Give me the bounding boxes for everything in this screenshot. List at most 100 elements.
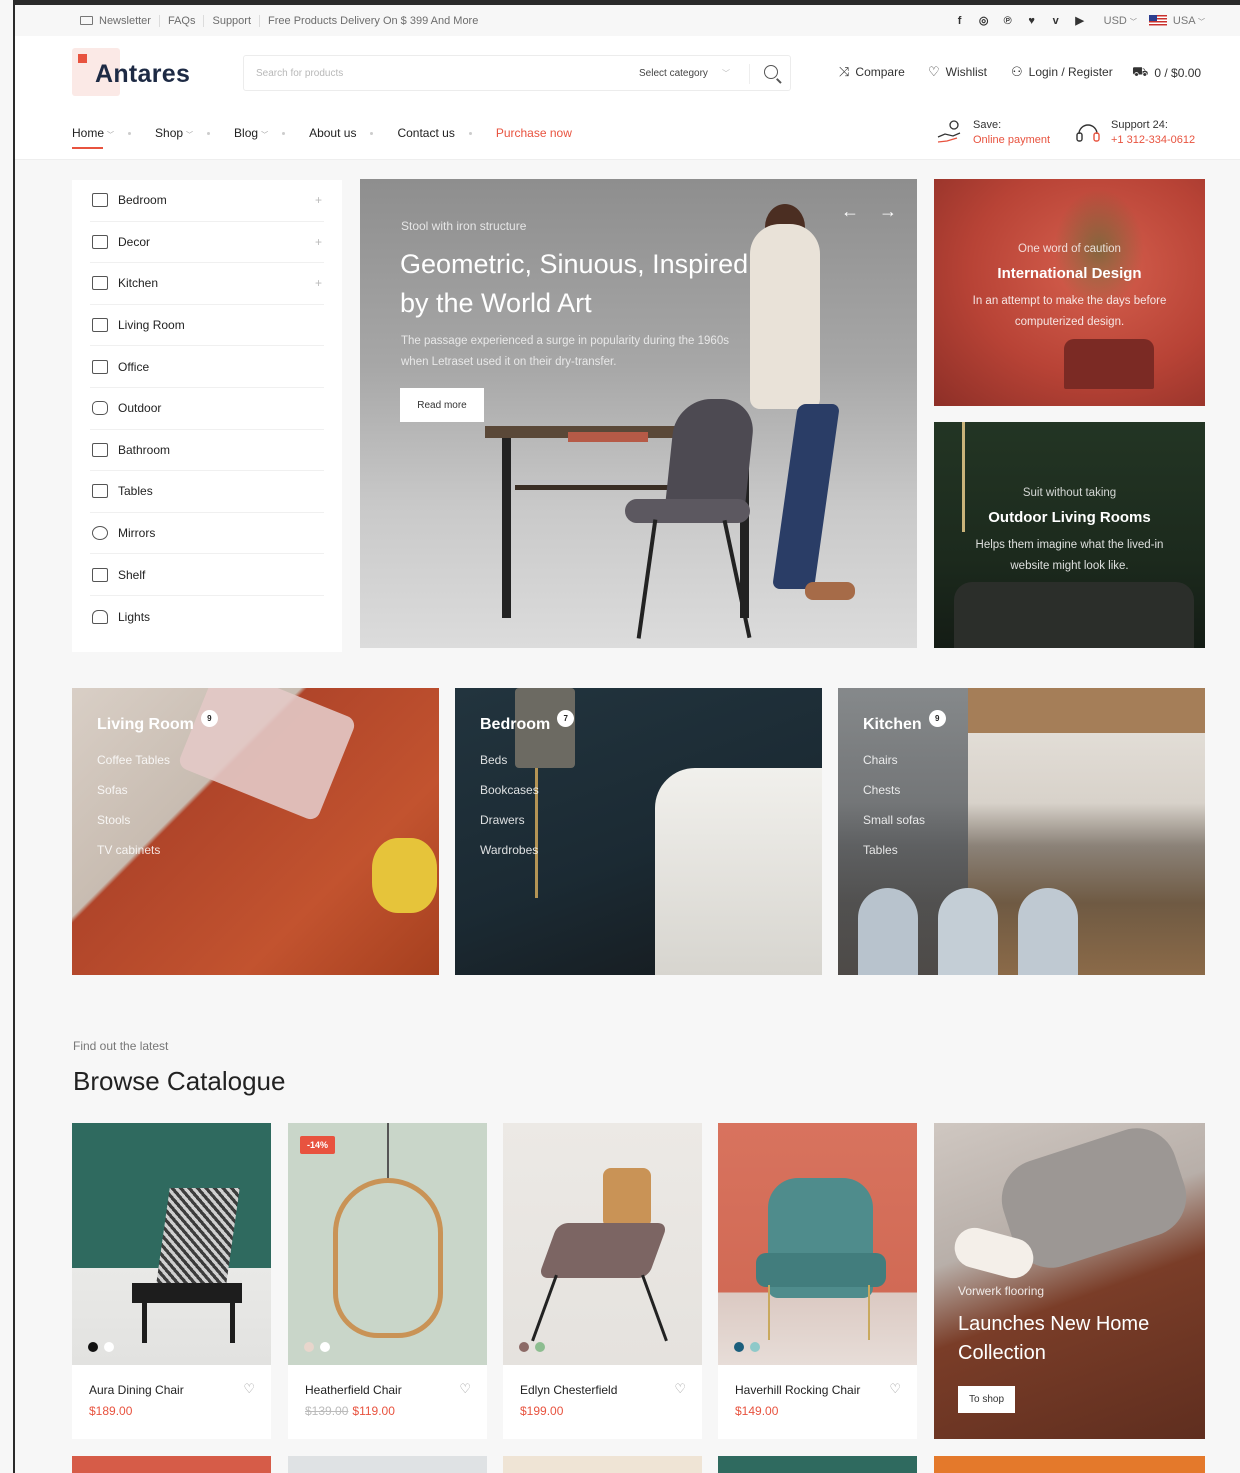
product-image[interactable] — [72, 1123, 271, 1365]
nav-contact[interactable]: Contact us — [397, 126, 454, 140]
faqs-link[interactable]: FAQs — [160, 14, 205, 27]
support-phone[interactable]: +1 312-334-0612 — [1111, 134, 1195, 146]
category-link[interactable]: Bookcases — [480, 783, 539, 813]
product-image[interactable] — [503, 1123, 702, 1365]
color-swatch[interactable] — [519, 1342, 529, 1352]
read-more-button[interactable]: Read more — [400, 388, 484, 422]
sidebar-item-outdoor[interactable]: Outdoor — [90, 388, 324, 430]
promo-outdoor-living[interactable]: Suit without taking Outdoor Living Rooms… — [934, 422, 1205, 648]
chevron-down-icon: ﹀ — [1198, 18, 1205, 26]
product-card[interactable]: Edlyn Chesterfield $199.00 ♡ — [503, 1123, 702, 1439]
product-name[interactable]: Edlyn Chesterfield — [520, 1383, 617, 1397]
nav-blog[interactable]: Blog ﹀ — [234, 126, 268, 140]
sidebar-item-kitchen[interactable]: Kitchen + — [90, 263, 324, 305]
sidebar-item-label: Bathroom — [118, 442, 171, 457]
nav-purchase[interactable]: Purchase now — [496, 126, 572, 140]
chair-image — [938, 888, 998, 975]
color-swatch[interactable] — [88, 1342, 98, 1352]
category-link[interactable]: Coffee Tables — [97, 753, 170, 783]
product-name[interactable]: Aura Dining Chair — [89, 1383, 184, 1397]
vimeo-icon[interactable]: v — [1050, 15, 1062, 27]
country-select[interactable]: USA ﹀ — [1148, 15, 1205, 27]
product-image[interactable] — [288, 1123, 487, 1365]
sidebar-item-lights[interactable]: Lights — [90, 596, 324, 638]
sidebar-item-tables[interactable]: Tables — [90, 471, 324, 513]
compare-button[interactable]: ⤨ Compare — [839, 64, 905, 80]
category-card-bedroom[interactable]: Bedroom 7 Beds Bookcases Drawers Wardrobe… — [455, 688, 822, 975]
category-link[interactable]: Sofas — [97, 783, 170, 813]
product-card[interactable]: -14% Heatherfield Chair $139.00 $119.00 ♡ — [288, 1123, 487, 1439]
category-link[interactable]: Wardrobes — [480, 843, 539, 873]
product-image[interactable] — [718, 1123, 917, 1365]
heart-icon[interactable]: ♡ — [674, 1381, 686, 1397]
sidebar-item-decor[interactable]: Decor + — [90, 222, 324, 264]
sidebar-item-living-room[interactable]: Living Room — [90, 305, 324, 347]
color-swatch[interactable] — [750, 1342, 760, 1352]
chevron-down-icon: ﹀ — [107, 132, 115, 139]
sidebar-item-mirrors[interactable]: Mirrors — [90, 513, 324, 555]
category-link[interactable]: Drawers — [480, 813, 539, 843]
heart-icon[interactable]: ♡ — [459, 1381, 471, 1397]
count-badge: 7 — [557, 709, 575, 727]
nav-home[interactable]: Home ﹀ — [72, 126, 115, 149]
category-link[interactable]: Tables — [863, 843, 925, 873]
promo-next[interactable] — [934, 1456, 1205, 1473]
product-card-next[interactable] — [72, 1456, 271, 1473]
color-swatch[interactable] — [104, 1342, 114, 1352]
promo-home-collection[interactable]: Vorwerk flooring Launches New Home Colle… — [934, 1123, 1205, 1439]
color-swatch[interactable] — [320, 1342, 330, 1352]
youtube-icon[interactable]: ▶ — [1074, 14, 1086, 27]
color-swatch[interactable] — [535, 1342, 545, 1352]
arrow-left-icon[interactable]: ← — [841, 201, 859, 222]
heart-icon[interactable]: ♡ — [889, 1381, 901, 1397]
instagram-icon[interactable]: ◎ — [978, 14, 990, 27]
product-name[interactable]: Haverhill Rocking Chair — [735, 1383, 860, 1397]
product-card[interactable]: Aura Dining Chair $189.00 ♡ — [72, 1123, 271, 1439]
support-link[interactable]: Support — [204, 14, 261, 27]
category-link[interactable]: TV cabinets — [97, 843, 170, 873]
nav-shop[interactable]: Shop ﹀ — [155, 126, 193, 140]
product-name[interactable]: Heatherfield Chair — [305, 1383, 402, 1397]
sidebar-item-bedroom[interactable]: Bedroom + — [90, 180, 324, 222]
color-swatch[interactable] — [734, 1342, 744, 1352]
hero-woman-image — [805, 582, 855, 600]
promo-title: Launches New Home Collection — [958, 1313, 1150, 1364]
category-link[interactable]: Chairs — [863, 753, 925, 783]
heart-icon[interactable]: ♡ — [243, 1381, 255, 1397]
search-icon[interactable] — [764, 65, 778, 79]
twitter-icon[interactable]: ♥ — [1026, 15, 1038, 27]
search-input[interactable]: Search for products — [256, 68, 343, 79]
logo-text[interactable]: Antares — [95, 60, 190, 89]
category-link[interactable]: Small sofas — [863, 813, 925, 843]
category-link[interactable]: Beds — [480, 753, 539, 783]
product-card-next[interactable] — [288, 1456, 487, 1473]
category-link[interactable]: Chests — [863, 783, 925, 813]
plus-icon[interactable]: + — [315, 276, 322, 290]
category-select[interactable]: Select category ﹀ — [639, 68, 730, 79]
product-card[interactable]: Haverhill Rocking Chair $149.00 ♡ — [718, 1123, 917, 1439]
product-card-next[interactable] — [503, 1456, 702, 1473]
product-card-next[interactable] — [718, 1456, 917, 1473]
to-shop-button[interactable]: To shop — [958, 1386, 1015, 1413]
login-button[interactable]: ⚇ Login / Register — [1011, 64, 1113, 80]
newsletter-link[interactable]: Newsletter — [72, 14, 160, 27]
plus-icon[interactable]: + — [315, 235, 322, 249]
category-links: Beds Bookcases Drawers Wardrobes — [480, 753, 539, 873]
arrow-right-icon[interactable]: → — [879, 201, 897, 222]
wishlist-button[interactable]: ♡ Wishlist — [928, 64, 987, 80]
cart-button[interactable]: ⛟ 0 / $0.00 — [1132, 64, 1201, 82]
chevron-down-icon: ﹀ — [1129, 18, 1137, 26]
category-card-living-room[interactable]: Living Room 9 Coffee Tables Sofas Stools … — [72, 688, 439, 975]
pinterest-icon[interactable]: ℗ — [1002, 15, 1014, 27]
sidebar-item-bathroom[interactable]: Bathroom — [90, 430, 324, 472]
nav-about[interactable]: About us — [309, 126, 356, 140]
plus-icon[interactable]: + — [315, 193, 322, 207]
sidebar-item-office[interactable]: Office — [90, 346, 324, 388]
color-swatch[interactable] — [304, 1342, 314, 1352]
sidebar-item-shelf[interactable]: Shelf — [90, 554, 324, 596]
facebook-icon[interactable]: f — [954, 15, 966, 27]
promo-international-design[interactable]: One word of caution International Design… — [934, 179, 1205, 406]
category-card-kitchen[interactable]: Kitchen 9 Chairs Chests Small sofas Table… — [838, 688, 1205, 975]
category-link[interactable]: Stools — [97, 813, 170, 843]
currency-select[interactable]: USD ﹀ — [1104, 15, 1137, 27]
